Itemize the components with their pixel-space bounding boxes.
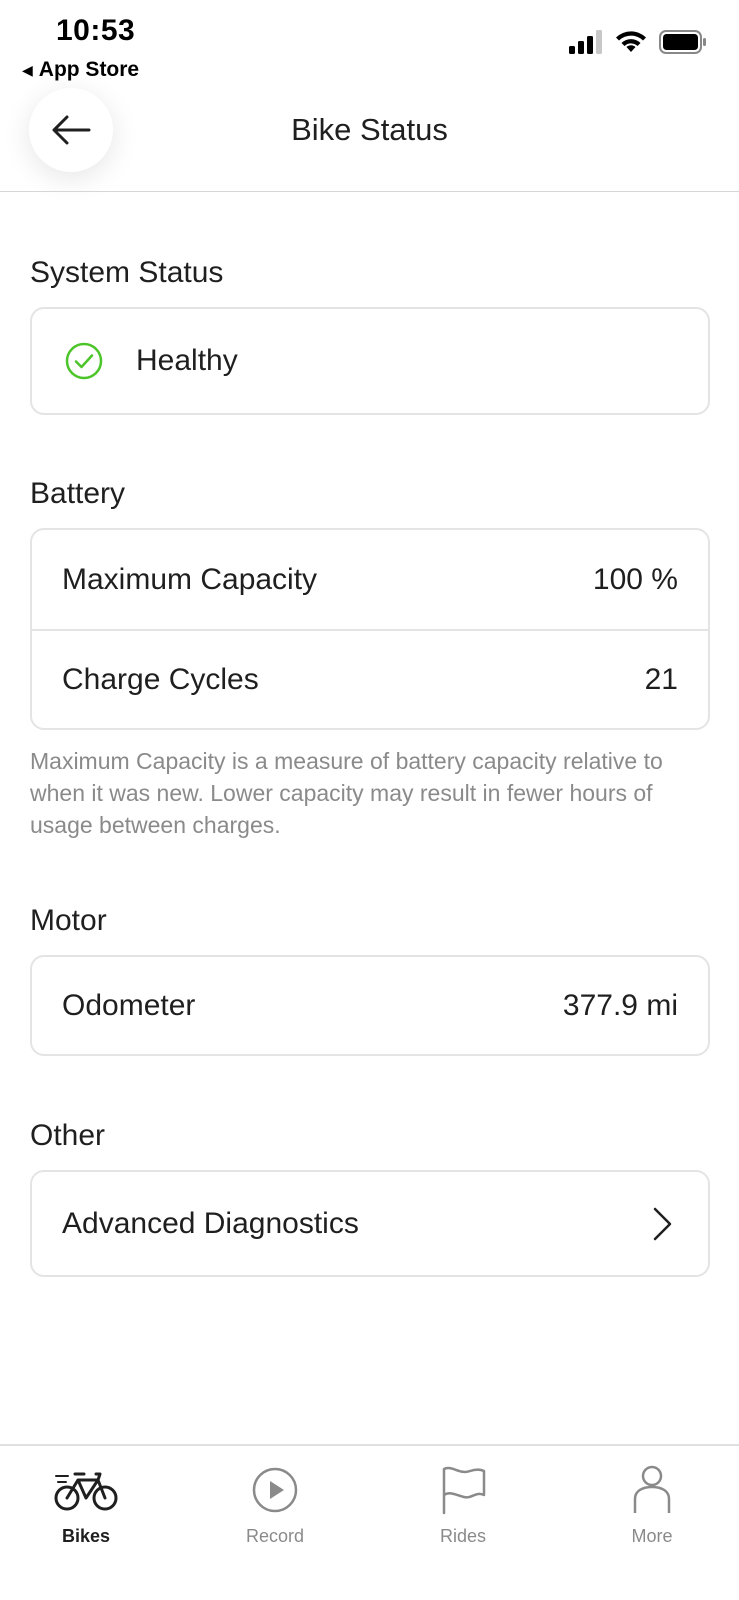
tab-bikes-label: Bikes xyxy=(61,1526,111,1546)
tab-bikes[interactable]: Bikes xyxy=(11,1446,161,1547)
check-circle-icon xyxy=(65,342,103,380)
other-card: Advanced Diagnostics xyxy=(30,1170,710,1277)
motor-title: Motor xyxy=(30,904,107,937)
person-icon xyxy=(633,1465,671,1513)
battery-row-charge-cycles: Charge Cycles 21 xyxy=(32,629,708,728)
tab-bar: Bikes Record Rides More xyxy=(0,1444,739,1600)
battery-row-max-capacity: Maximum Capacity 100 % xyxy=(32,530,708,629)
chevron-right-icon xyxy=(653,1207,672,1240)
back-triangle-icon: ◀ xyxy=(22,61,33,78)
signal-icon xyxy=(569,30,602,54)
system-status-value: Healthy xyxy=(136,344,238,377)
play-circle-icon xyxy=(252,1467,298,1513)
header-divider xyxy=(0,191,739,192)
advanced-diagnostics-label: Advanced Diagnostics xyxy=(62,1206,359,1240)
tab-more-label: More xyxy=(631,1526,673,1546)
system-status-card: Healthy xyxy=(30,307,710,415)
system-status-title: System Status xyxy=(30,256,224,289)
battery-note: Maximum Capacity is a measure of battery… xyxy=(30,748,663,838)
screen: 10:53 ◀ App Store Bike Status System Sta… xyxy=(0,0,739,1600)
tab-rides[interactable]: Rides xyxy=(388,1446,538,1547)
max-capacity-value: 100 % xyxy=(592,562,678,596)
tab-more[interactable]: More xyxy=(577,1446,727,1547)
battery-card: Maximum Capacity 100 % Charge Cycles 21 xyxy=(30,528,710,730)
odometer-label: Odometer xyxy=(62,988,196,1022)
flag-icon xyxy=(442,1466,486,1515)
tab-record[interactable]: Record xyxy=(200,1446,350,1547)
charge-cycles-label: Charge Cycles xyxy=(62,662,259,696)
wifi-icon xyxy=(616,31,646,52)
battery-title: Battery xyxy=(30,477,126,510)
battery-icon xyxy=(659,30,706,54)
tab-record-label: Record xyxy=(245,1526,305,1546)
motor-row-odometer: Odometer 377.9 mi xyxy=(32,957,708,1054)
other-title: Other xyxy=(30,1119,106,1152)
bike-icon xyxy=(54,1472,118,1511)
back-to-app-link[interactable]: ◀ App Store xyxy=(22,58,139,82)
advanced-diagnostics-row[interactable]: Advanced Diagnostics xyxy=(32,1172,708,1275)
tab-rides-label: Rides xyxy=(439,1526,487,1546)
status-icons xyxy=(569,30,707,54)
page-title: Bike Status xyxy=(291,112,448,147)
status-time: 10:53 xyxy=(56,14,136,47)
charge-cycles-value: 21 xyxy=(644,662,678,696)
max-capacity-label: Maximum Capacity xyxy=(62,562,318,596)
system-status-row: Healthy xyxy=(32,309,708,413)
odometer-value: 377.9 mi xyxy=(562,988,678,1022)
motor-card: Odometer 377.9 mi xyxy=(30,955,710,1056)
back-to-app-label: App Store xyxy=(38,58,140,81)
